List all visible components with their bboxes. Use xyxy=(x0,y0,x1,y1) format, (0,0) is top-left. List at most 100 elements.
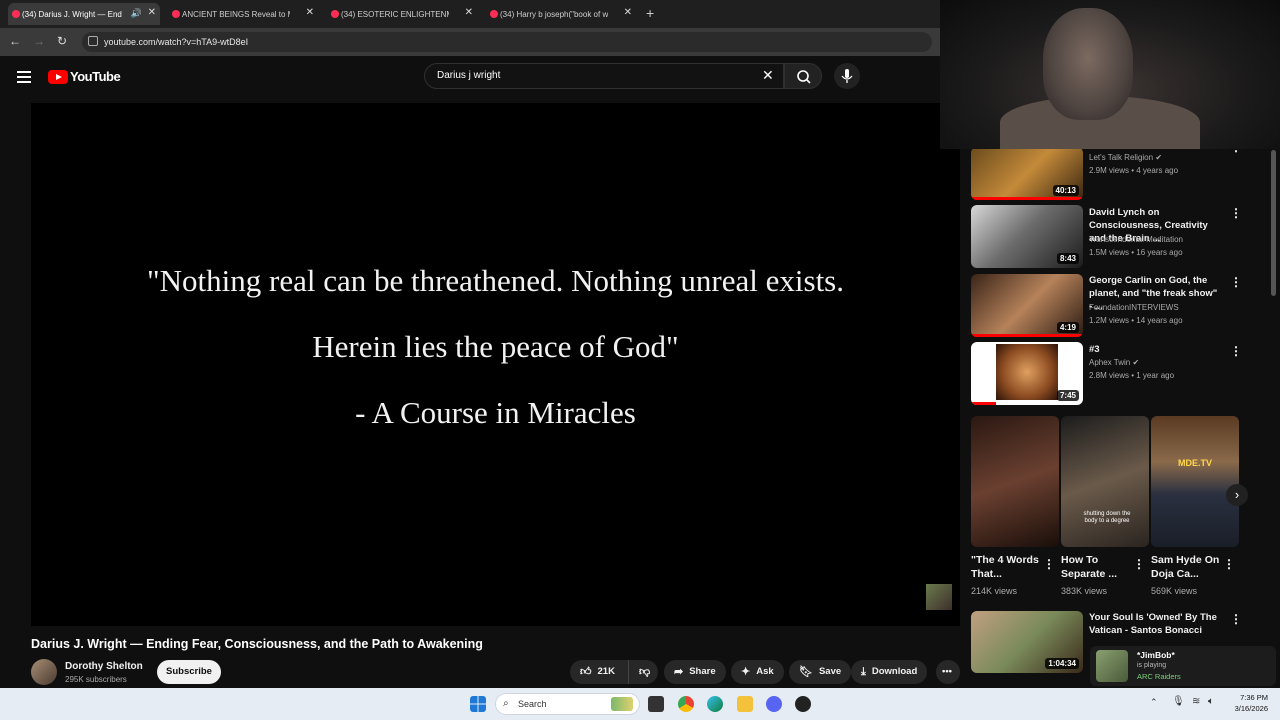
dislike-button[interactable]: 👎︎ xyxy=(628,660,658,684)
video-thumbnail[interactable]: 40:13 xyxy=(971,147,1083,200)
close-tab-icon[interactable]: ✕ xyxy=(465,7,473,18)
sidebar-video-channel[interactable]: Let's Talk Religion ✔ xyxy=(1089,153,1162,162)
share-button[interactable]: ➦ Share xyxy=(664,660,726,684)
video-thumbnail[interactable]: 8:43 xyxy=(971,205,1083,268)
short-views: 383K views xyxy=(1061,586,1108,596)
file-explorer-icon[interactable] xyxy=(737,696,753,712)
channel-name[interactable]: Dorothy Shelton xyxy=(65,661,143,672)
wifi-icon[interactable]: ≋ xyxy=(1192,696,1200,707)
download-button[interactable]: ⤓ Download xyxy=(851,660,928,684)
youtube-favicon-icon xyxy=(331,10,339,18)
webcam-overlay xyxy=(940,0,1280,149)
youtube-play-logo-icon xyxy=(48,69,68,84)
search-button[interactable] xyxy=(784,63,822,89)
short-views: 569K views xyxy=(1151,586,1198,596)
video-thumbnail[interactable]: 4:19 xyxy=(971,274,1083,337)
more-horizontal-icon: ••• xyxy=(942,666,952,677)
more-actions-button[interactable]: ••• xyxy=(936,660,960,684)
ask-button[interactable]: ✦ Ask xyxy=(731,660,784,684)
sidebar-video-title[interactable]: Your Soul Is 'Owned' By The Vatican - Sa… xyxy=(1089,611,1221,637)
game-activity-notification[interactable]: *JimBob* is playing ARC Raiders xyxy=(1090,646,1276,686)
chevron-up-icon[interactable]: ⌃ xyxy=(1150,697,1158,708)
quote-line-1: "Nothing real can be threathened. Nothin… xyxy=(146,263,844,298)
verified-icon: ✔ xyxy=(1132,358,1140,367)
back-arrow-icon[interactable]: ← xyxy=(9,34,21,48)
url-field[interactable]: youtube.com/watch?v=hTA9-wtD8eI xyxy=(82,32,932,52)
channel-watermark[interactable] xyxy=(926,584,952,610)
taskbar-search[interactable]: ⌕ Search xyxy=(495,693,640,715)
video-thumbnail[interactable]: 7:45 xyxy=(971,342,1083,405)
microphone-icon[interactable]: 🎙︎ xyxy=(1172,696,1185,707)
site-info-icon[interactable] xyxy=(88,36,98,46)
tab-ancient-beings[interactable]: ANCIENT BEINGS Reveal to Ma ✕ xyxy=(168,3,318,25)
verified-icon: ✔ xyxy=(1155,153,1163,162)
youtube-favicon-icon xyxy=(172,10,180,18)
more-vert-icon[interactable]: ⋮ xyxy=(1223,557,1235,571)
watch-progress-bar xyxy=(971,402,996,405)
more-vert-icon[interactable]: ⋮ xyxy=(1230,206,1242,220)
video-player[interactable]: "Nothing real can be threathened. Nothin… xyxy=(31,103,960,626)
short-overlay-caption: shutting down the body to a degree xyxy=(1083,511,1131,524)
app-icon[interactable] xyxy=(795,696,811,712)
sidebar-video-title[interactable]: #3 xyxy=(1089,343,1221,356)
tab-harry-b-joseph[interactable]: (34) Harry b joseph("book of wi ✕ xyxy=(486,3,636,25)
speaker-icon[interactable]: 🔊 xyxy=(131,8,142,19)
sidebar-video-meta: 2.9M views • 4 years ago xyxy=(1089,166,1179,175)
volume-icon[interactable]: 🔈︎ xyxy=(1208,696,1214,707)
quote-attribution: - A Course in Miracles xyxy=(355,395,636,430)
sidebar-video-channel[interactable]: FoundationINTERVIEWS xyxy=(1089,303,1179,312)
subscriber-count: 295K subscribers xyxy=(65,675,127,684)
more-vert-icon[interactable]: ⋮ xyxy=(1230,344,1242,358)
tab-esoteric-enlightenment[interactable]: (34) ESOTERIC ENLIGHTENMEN ✕ xyxy=(327,3,477,25)
thumbs-up-icon: 👍︎ xyxy=(580,666,592,678)
short-title[interactable]: How To Separate ... xyxy=(1061,553,1133,581)
short-views: 214K views xyxy=(971,586,1018,596)
shorts-next-button[interactable]: › xyxy=(1226,484,1248,506)
bookmark-icon: 🔖︎ xyxy=(799,666,813,678)
short-thumbnail[interactable]: MDE.TV xyxy=(1151,416,1239,547)
close-tab-icon[interactable]: ✕ xyxy=(306,7,314,18)
short-title[interactable]: "The 4 Words That... xyxy=(971,553,1043,581)
more-vert-icon[interactable]: ⋮ xyxy=(1043,557,1055,571)
short-thumbnail[interactable]: shutting down the body to a degree xyxy=(1061,416,1149,547)
clear-search-icon[interactable]: ✕ xyxy=(762,67,774,84)
youtube-logo[interactable]: YouTube xyxy=(48,69,121,84)
watch-progress-bar xyxy=(971,197,1083,200)
chrome-icon[interactable] xyxy=(678,696,694,712)
task-view-icon[interactable] xyxy=(648,696,664,712)
close-tab-icon[interactable]: ✕ xyxy=(624,7,632,18)
short-thumbnail[interactable] xyxy=(971,416,1059,547)
more-vert-icon[interactable]: ⋮ xyxy=(1230,275,1242,289)
chevron-right-icon: › xyxy=(1234,487,1240,502)
tab-darius-wright[interactable]: (34) Darius J. Wright — End 🔊 ✕ xyxy=(8,3,160,25)
taskbar-clock[interactable]: 7:36 PM 3/16/2026 xyxy=(1222,692,1268,714)
search-input[interactable]: Darius j wright xyxy=(424,63,784,89)
sidebar-video-channel[interactable]: Aphex Twin ✔ xyxy=(1089,358,1139,367)
watch-progress-bar xyxy=(971,334,1083,337)
save-button[interactable]: 🔖︎ Save xyxy=(789,660,852,684)
close-tab-icon[interactable]: ✕ xyxy=(148,7,156,18)
like-button[interactable]: 👍︎ 21K xyxy=(570,660,628,684)
sidebar-video-channel[interactable]: Transcendental Meditation xyxy=(1089,235,1183,244)
short-title[interactable]: Sam Hyde On Doja Ca... xyxy=(1151,553,1223,581)
reload-icon[interactable]: ↻ xyxy=(57,34,67,48)
hamburger-menu-icon[interactable] xyxy=(17,71,31,86)
discord-icon[interactable] xyxy=(766,696,782,712)
windows-start-icon[interactable] xyxy=(470,696,486,712)
sidebar-video-meta: 1.2M views • 14 years ago xyxy=(1089,316,1183,325)
sidebar-scrollbar[interactable] xyxy=(1271,150,1276,296)
short-overlay-caption: MDE.TV xyxy=(1177,458,1212,468)
more-vert-icon[interactable]: ⋮ xyxy=(1133,557,1145,571)
address-bar-row: ← → ↻ youtube.com/watch?v=hTA9-wtD8eI xyxy=(0,28,940,56)
video-thumbnail[interactable]: 1:04:34 xyxy=(971,611,1083,673)
new-tab-button[interactable]: + xyxy=(646,5,654,21)
more-vert-icon[interactable]: ⋮ xyxy=(1230,612,1242,626)
subscribe-button[interactable]: Subscribe xyxy=(157,660,221,684)
edge-icon[interactable] xyxy=(707,696,723,712)
youtube-favicon-icon xyxy=(12,10,20,18)
download-icon: ⤓ xyxy=(861,666,866,678)
sidebar-video-meta: 2.8M views • 1 year ago xyxy=(1089,371,1175,380)
forward-arrow-icon[interactable]: → xyxy=(33,34,45,48)
channel-avatar[interactable] xyxy=(31,659,57,685)
voice-search-button[interactable] xyxy=(834,63,860,89)
